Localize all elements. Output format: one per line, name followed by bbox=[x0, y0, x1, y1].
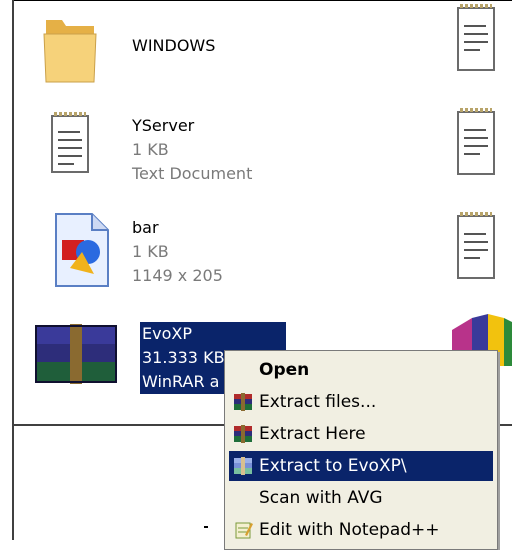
folder-icon bbox=[43, 20, 97, 83]
text-document-icon[interactable] bbox=[456, 108, 496, 178]
file-type: Text Document bbox=[132, 164, 253, 183]
file-item-windows[interactable]: WINDOWS bbox=[34, 0, 294, 90]
winrar-icon bbox=[234, 393, 252, 411]
text-document-icon[interactable] bbox=[456, 212, 496, 282]
winrar-icon bbox=[234, 457, 252, 475]
text-document-icon[interactable] bbox=[456, 4, 496, 74]
file-item-bar[interactable]: bar 1 KB 1149 x 205 bbox=[34, 206, 294, 296]
divider-mark bbox=[204, 526, 208, 528]
image-file-icon bbox=[55, 213, 109, 287]
file-name: EvoXP bbox=[140, 322, 286, 346]
menu-item-label: Edit with Notepad++ bbox=[259, 520, 440, 540]
menu-item-label: Extract Here bbox=[259, 424, 366, 444]
file-size: 1 KB bbox=[132, 242, 169, 261]
menu-item-label: Extract files... bbox=[259, 392, 377, 412]
menu-item-open[interactable]: Open bbox=[229, 355, 493, 385]
file-size: 1 KB bbox=[132, 140, 169, 159]
menu-item-label: Open bbox=[259, 360, 310, 380]
menu-item-label: Scan with AVG bbox=[259, 488, 383, 508]
menu-item-extract-here[interactable]: Extract Here bbox=[229, 419, 493, 449]
winrar-archive-icon bbox=[35, 324, 117, 384]
menu-item-scan-avg[interactable]: Scan with AVG bbox=[229, 483, 493, 513]
menu-item-edit-notepadpp[interactable]: Edit with Notepad++ bbox=[229, 515, 493, 545]
menu-item-label: Extract to EvoXP\ bbox=[259, 456, 407, 476]
notepadpp-icon bbox=[235, 522, 253, 539]
file-name: WINDOWS bbox=[132, 36, 216, 55]
file-item-yserver[interactable]: YServer 1 KB Text Document bbox=[34, 100, 294, 190]
winrar-icon bbox=[234, 425, 252, 443]
context-menu: Open Extract files... Extract Here Extra… bbox=[224, 350, 498, 550]
image-dimensions: 1149 x 205 bbox=[132, 266, 223, 285]
menu-item-extract-files[interactable]: Extract files... bbox=[229, 387, 493, 417]
file-name: YServer bbox=[132, 116, 195, 135]
menu-item-extract-to-evoxp[interactable]: Extract to EvoXP\ bbox=[229, 451, 493, 481]
file-name: bar bbox=[132, 218, 159, 237]
text-document-icon bbox=[51, 112, 89, 173]
